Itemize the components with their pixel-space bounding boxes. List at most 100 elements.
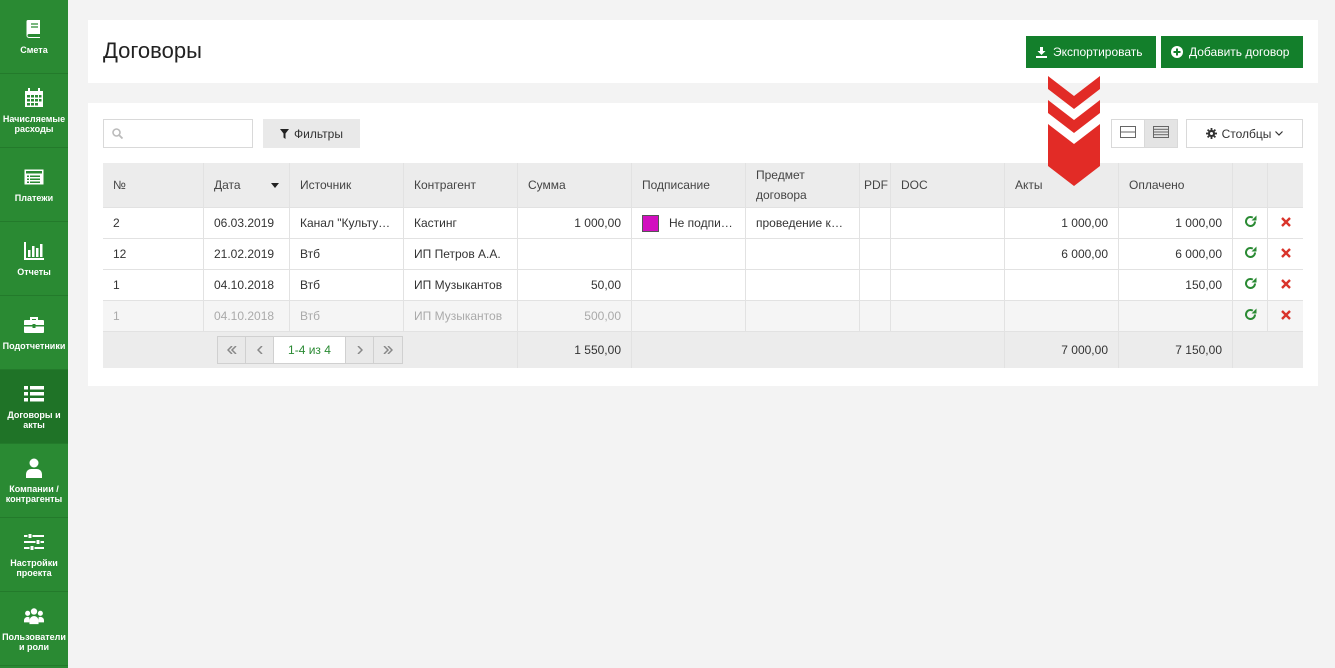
paid-total: 7 150,00 — [1119, 332, 1233, 368]
row-source: Втб — [290, 301, 404, 331]
delete-button[interactable] — [1268, 208, 1303, 238]
refresh-icon — [1244, 308, 1257, 324]
pagination: 1-4 из 4 — [217, 336, 403, 364]
columns-button-label: Столбцы — [1221, 126, 1272, 141]
sidebar-item-label: Подотчетники — [2, 340, 66, 351]
sidebar-item-companies[interactable]: Компании / контрагенты — [0, 444, 68, 518]
sidebar-item-users-roles[interactable]: Пользователи и роли — [0, 592, 68, 666]
sidebar-item-label: Компании / контрагенты — [5, 483, 63, 504]
filters-button-label: Фильтры — [294, 126, 343, 141]
column-header-source[interactable]: Источник — [290, 163, 404, 207]
row-signing — [632, 270, 746, 300]
user-icon — [24, 458, 44, 478]
sliders-icon — [24, 532, 44, 552]
refresh-button[interactable] — [1233, 301, 1268, 331]
sidebar-item-reports[interactable]: Отчеты — [0, 222, 68, 296]
row-acts — [1005, 270, 1119, 300]
row-acts — [1005, 301, 1119, 331]
row-doc[interactable] — [891, 270, 1005, 300]
column-header-pdf[interactable]: PDF — [860, 163, 891, 207]
table-row[interactable]: 1 04.10.2018 Втб ИП Музыкантов 500,00 — [103, 301, 1303, 332]
row-source: Канал "Культура" — [290, 208, 404, 238]
row-pdf[interactable] — [860, 270, 891, 300]
refresh-button[interactable] — [1233, 270, 1268, 300]
column-header-paid[interactable]: Оплачено — [1119, 163, 1233, 207]
signing-status-text: Не подписан — [669, 216, 735, 230]
contracts-table: № Дата Источник Контрагент Сумма Подписа… — [103, 163, 1303, 368]
row-amount: 50,00 — [518, 270, 632, 300]
close-icon — [1280, 247, 1291, 261]
row-counterparty-text: ИП Музыкантов — [414, 278, 503, 292]
prev-page-button[interactable] — [246, 337, 274, 363]
next-page-button[interactable] — [346, 337, 374, 363]
view-compact-button[interactable] — [1112, 120, 1144, 147]
refresh-icon — [1244, 246, 1257, 262]
sidebar-item-label: Начисляемые расходы — [2, 113, 66, 134]
row-doc[interactable] — [891, 301, 1005, 331]
refresh-icon — [1244, 215, 1257, 231]
view-dense-button[interactable] — [1144, 120, 1177, 147]
table-row[interactable]: 12 21.02.2019 Втб ИП Петров А.А. 6 000,0… — [103, 239, 1303, 270]
table-row[interactable]: 1 04.10.2018 Втб ИП Музыкантов 50,00 150… — [103, 270, 1303, 301]
row-paid: 150,00 — [1119, 270, 1233, 300]
sidebar-item-label: Договоры и акты — [7, 409, 61, 430]
row-counterparty-text: Кастинг — [414, 216, 457, 230]
amount-total: 1 550,00 — [518, 332, 632, 368]
row-signing — [632, 301, 746, 331]
row-source: Втб — [290, 270, 404, 300]
sidebar-item-accountable-persons[interactable]: Подотчетники — [0, 296, 68, 370]
row-signing — [632, 239, 746, 269]
delete-button[interactable] — [1268, 270, 1303, 300]
row-counterparty: ИП Музыкантов — [404, 270, 518, 300]
column-header-doc[interactable]: DOC — [891, 163, 1005, 207]
rows-dense-icon — [1153, 126, 1169, 141]
column-header-subject[interactable]: Предмет договора — [746, 163, 860, 207]
row-pdf[interactable] — [860, 301, 891, 331]
first-page-button[interactable] — [218, 337, 246, 363]
row-source: Втб — [290, 239, 404, 269]
add-contract-button[interactable]: Добавить договор — [1161, 36, 1303, 68]
export-button[interactable]: Экспортировать — [1026, 36, 1156, 68]
sidebar-item-project-settings[interactable]: Настройки проекта — [0, 518, 68, 592]
table-header-row: № Дата Источник Контрагент Сумма Подписа… — [103, 163, 1303, 208]
chevron-left-icon — [256, 343, 263, 357]
row-pdf[interactable] — [860, 208, 891, 238]
sidebar-item-label: Смета — [20, 44, 48, 55]
sidebar-item-accrued-expenses[interactable]: Начисляемые расходы — [0, 74, 68, 148]
chevron-right-icon — [356, 343, 363, 357]
close-icon — [1280, 216, 1291, 230]
column-header-amount[interactable]: Сумма — [518, 163, 632, 207]
view-density-toggle — [1111, 119, 1178, 148]
columns-button[interactable]: Столбцы — [1186, 119, 1303, 148]
row-source-text: Втб — [300, 247, 320, 261]
last-page-button[interactable] — [374, 337, 402, 363]
row-number: 1 — [103, 270, 204, 300]
row-pdf[interactable] — [860, 239, 891, 269]
search-input[interactable] — [126, 123, 248, 144]
filters-button[interactable]: Фильтры — [263, 119, 360, 148]
search-icon — [112, 128, 124, 142]
row-doc[interactable] — [891, 239, 1005, 269]
delete-button[interactable] — [1268, 301, 1303, 331]
column-header-date[interactable]: Дата — [204, 163, 290, 207]
refresh-button[interactable] — [1233, 239, 1268, 269]
refresh-button[interactable] — [1233, 208, 1268, 238]
signing-status-swatch — [642, 214, 659, 232]
row-counterparty-text: ИП Музыкантов — [414, 309, 503, 323]
sidebar-item-payments[interactable]: Платежи — [0, 148, 68, 222]
column-header-counterparty[interactable]: Контрагент — [404, 163, 518, 207]
column-header-number[interactable]: № — [103, 163, 204, 207]
row-doc[interactable] — [891, 208, 1005, 238]
plus-circle-icon — [1171, 46, 1183, 58]
row-acts: 1 000,00 — [1005, 208, 1119, 238]
table-row[interactable]: 2 06.03.2019 Канал "Культура" Кастинг 1 … — [103, 208, 1303, 239]
row-acts: 6 000,00 — [1005, 239, 1119, 269]
delete-button[interactable] — [1268, 239, 1303, 269]
sidebar-item-contracts[interactable]: Договоры и акты — [0, 370, 68, 444]
briefcase-icon — [24, 315, 44, 335]
row-date: 21.02.2019 — [204, 239, 290, 269]
sidebar-item-estimate[interactable]: Смета — [0, 0, 68, 74]
row-date: 04.10.2018 — [204, 301, 290, 331]
column-header-signing[interactable]: Подписание — [632, 163, 746, 207]
row-subject: проведение кастинга — [746, 208, 860, 238]
